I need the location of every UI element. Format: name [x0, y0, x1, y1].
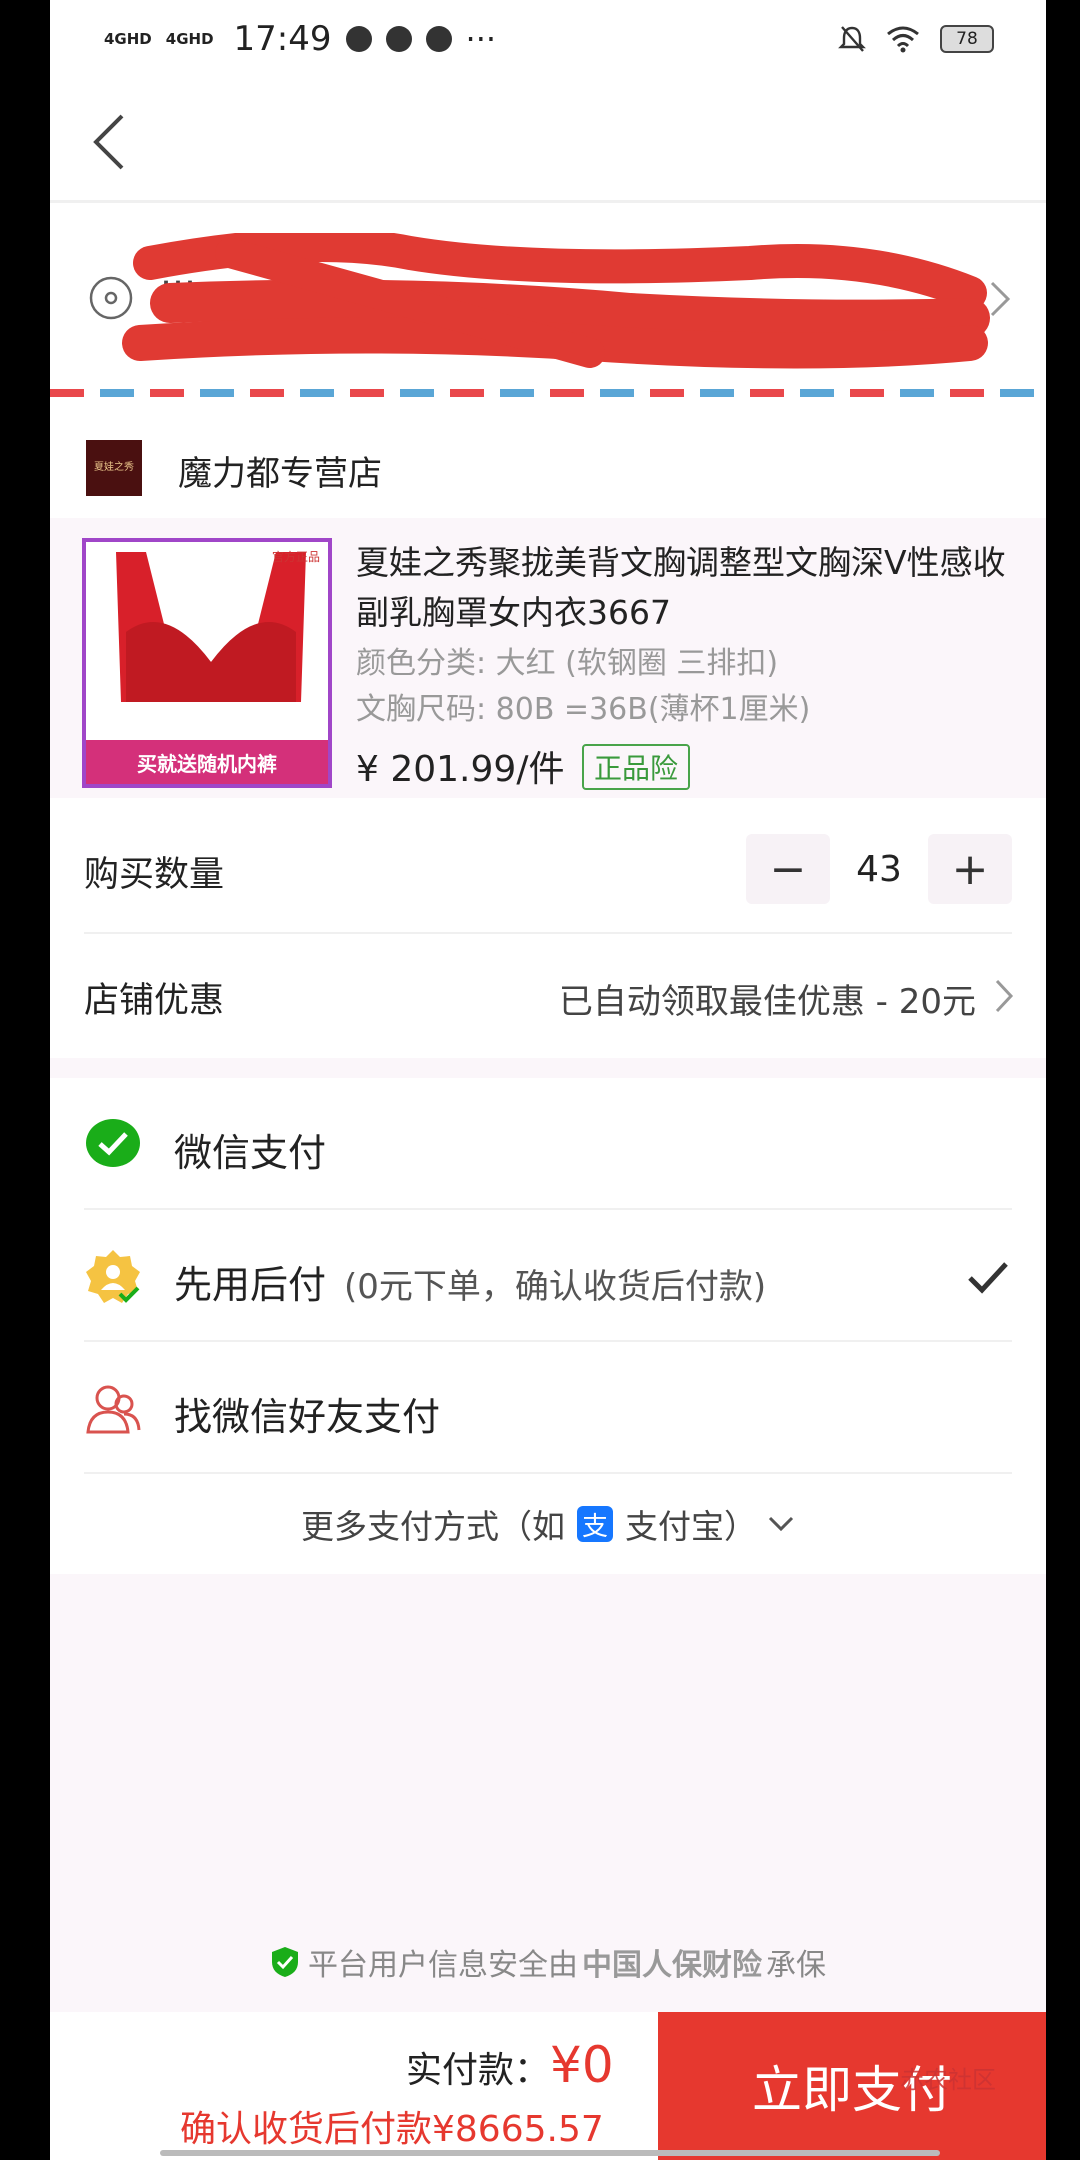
back-icon[interactable]: [86, 112, 136, 172]
more-notifications: ···: [465, 20, 497, 58]
shop-logo: 夏娃之秀: [86, 440, 142, 496]
paid-amount-row: 实付款：¥0: [406, 2036, 614, 2094]
friend-pay-icon: [86, 1385, 141, 1434]
shield-icon: [272, 1947, 298, 1977]
signal-icon-2: 4GHD: [165, 30, 214, 48]
product-price: ¥ 201.99/件: [356, 749, 565, 790]
status-bar: 4GHD 4GHD 17:49 ··· 78: [50, 0, 1046, 78]
clock: 17:49: [233, 19, 332, 59]
order-confirm-screen: 4GHD 4GHD 17:49 ··· 78 … … 夏娃之秀 魔力都专营店 官…: [50, 0, 1046, 2160]
notification-icon: [345, 26, 372, 52]
more-payment-prefix: 更多支付方式（如: [301, 1507, 565, 1546]
chevron-right-icon: [990, 281, 1011, 317]
home-indicator[interactable]: [160, 2150, 940, 2156]
watermark: 赤农社区: [900, 2066, 996, 2094]
quantity-label: 购买数量: [84, 855, 225, 895]
coupon-value: 已自动领取最佳优惠 - 20元: [558, 982, 976, 1022]
product-spec-size: 文胸尺码: 80B =36B(薄杯1厘米): [356, 692, 811, 727]
chevron-right-icon: [995, 979, 1014, 1013]
app-notification-icon: [385, 26, 412, 52]
quantity-row: 购买数量 − 43 +: [50, 808, 1046, 932]
wechat-pay-label: 微信支付: [174, 1131, 327, 1175]
shop-header[interactable]: 夏娃之秀 魔力都专营店: [50, 410, 1046, 520]
checkout-bar: 实付款：¥0 确认收货后付款¥8665.57 立即支付: [50, 2012, 1046, 2160]
alipay-icon: 支: [577, 1506, 613, 1542]
quantity-decrease-button[interactable]: −: [746, 834, 830, 904]
paid-amount: ¥0: [550, 2036, 614, 2094]
pay-later-label: 先用后付 (0元下单，确认收货后付款): [174, 1254, 766, 1309]
delivery-address[interactable]: … …: [50, 203, 1046, 397]
product-spec-color: 颜色分类: 大红 (软钢圈 三排扣): [356, 646, 779, 681]
shop-name: 魔力都专营店: [178, 454, 382, 494]
quantity-value[interactable]: 43: [830, 834, 928, 904]
pay-later-title: 先用后付: [174, 1263, 327, 1307]
mute-icon: [838, 26, 866, 52]
quantity-increase-button[interactable]: +: [928, 834, 1012, 904]
security-notice: 平台用户信息安全由 中国人保财险 承保: [50, 1940, 1046, 1984]
payment-option-pay-later[interactable]: 先用后付 (0元下单，确认收货后付款): [50, 1210, 1046, 1342]
selected-check-icon: [968, 1262, 1008, 1294]
security-prefix: 平台用户信息安全由: [308, 1948, 578, 1983]
signal-icon: 4GHD: [104, 30, 152, 48]
payment-option-wechat[interactable]: 微信支付: [50, 1078, 1046, 1210]
payment-option-friend-pay[interactable]: 找微信好友支付: [50, 1342, 1046, 1474]
product-image[interactable]: 官方正品 买就送随机内裤: [82, 538, 332, 788]
pay-later-subtitle: (0元下单，确认收货后付款): [344, 1267, 767, 1307]
friend-pay-label: 找微信好友支付: [174, 1395, 441, 1439]
insurer-name: 中国人保财险: [582, 1948, 762, 1983]
top-nav: [50, 78, 1046, 203]
paid-label: 实付款：: [406, 2050, 551, 2091]
product-image-banner: 买就送随机内裤: [86, 740, 328, 784]
bra-image: [116, 552, 306, 702]
more-payment-suffix: 支付宝）: [625, 1507, 757, 1546]
coupon-label: 店铺优惠: [84, 981, 225, 1021]
pay-later-icon: [86, 1250, 140, 1303]
section-gap: [50, 1058, 1046, 1078]
chevron-down-icon: [768, 1516, 794, 1532]
envelope-border: [50, 389, 1046, 397]
more-payment-methods[interactable]: 更多支付方式（如 支 支付宝）: [50, 1474, 1046, 1574]
pay-after-receipt-amount: 确认收货后付款¥8665.57: [180, 2109, 604, 2150]
authentic-insurance-badge: 正品险: [582, 744, 691, 790]
shop-coupon-row[interactable]: 店铺优惠 已自动领取最佳优惠 - 20元: [50, 934, 1046, 1058]
product-title: 夏娃之秀聚拢美背文胸调整型文胸深V性感收副乳胸罩女内衣3667: [356, 543, 1006, 632]
face-icon: [425, 26, 452, 52]
product-image-tag: 官方正品: [271, 550, 320, 564]
product-card[interactable]: 官方正品 买就送随机内裤 夏娃之秀聚拢美背文胸调整型文胸深V性感收副乳胸罩女内衣…: [50, 518, 1046, 798]
wechat-pay-icon: [86, 1119, 140, 1167]
redaction-scribble: [122, 233, 990, 369]
battery-icon: 78: [940, 25, 994, 53]
wifi-icon: [887, 26, 919, 53]
security-suffix: 承保: [766, 1948, 826, 1983]
